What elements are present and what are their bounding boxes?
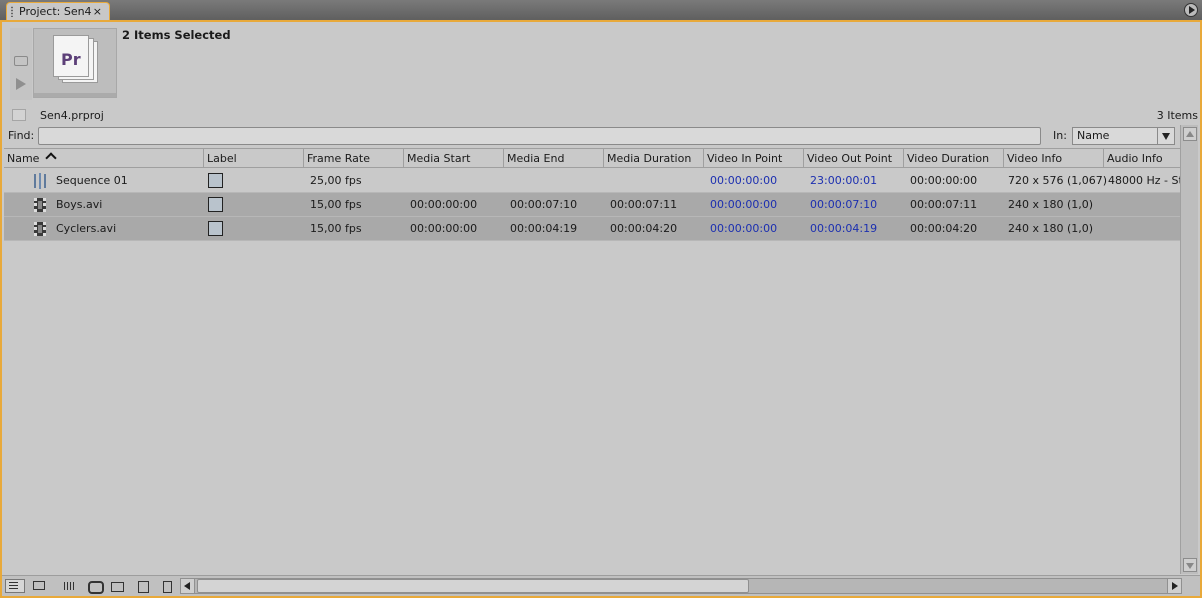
scroll-right-icon[interactable] xyxy=(1167,579,1181,593)
video-info-cell: 720 x 576 (1,067) xyxy=(1008,174,1108,187)
project-items-table: Name Label Frame Rate Media Start Media … xyxy=(4,148,1180,572)
column-header-video-out-point[interactable]: Video Out Point xyxy=(804,149,904,168)
table-row[interactable]: Boys.avi 15,00 fps 00:00:00:00 00:00:07:… xyxy=(4,193,1180,217)
panel-bottom-toolbar xyxy=(2,575,1200,596)
close-icon[interactable]: × xyxy=(93,3,102,20)
find-row: Find: In: Name xyxy=(8,127,1178,145)
video-info-cell: 240 x 180 (1,0) xyxy=(1008,198,1094,211)
tab-title: Project: Sen4 xyxy=(19,5,92,18)
column-header-label[interactable]: Label xyxy=(204,149,304,168)
media-duration-cell: 00:00:04:20 xyxy=(610,222,678,235)
item-count: 3 Items xyxy=(1156,109,1198,122)
automate-to-sequence-icon[interactable] xyxy=(62,579,78,593)
media-end-cell: 00:00:07:10 xyxy=(510,198,578,211)
premiere-document-icon: Pr xyxy=(53,35,89,77)
frame-rate-cell: 25,00 fps xyxy=(310,174,362,187)
audio-info-cell: 48000 Hz - Ster xyxy=(1108,174,1180,187)
scroll-left-icon[interactable] xyxy=(181,579,195,593)
column-header-media-end[interactable]: Media End xyxy=(504,149,604,168)
item-name: Sequence 01 xyxy=(56,174,128,187)
trash-icon[interactable] xyxy=(159,579,175,593)
preview-thumbnail: Pr xyxy=(33,28,117,98)
media-duration-cell xyxy=(604,169,610,192)
selection-summary: 2 Items Selected xyxy=(122,28,231,42)
table-row[interactable]: Cyclers.avi 15,00 fps 00:00:00:00 00:00:… xyxy=(4,217,1180,241)
column-header-media-start[interactable]: Media Start xyxy=(404,149,504,168)
label-swatch[interactable] xyxy=(208,173,223,188)
column-header-name[interactable]: Name xyxy=(4,149,204,168)
new-bin-icon[interactable] xyxy=(109,579,125,593)
play-icon[interactable] xyxy=(16,78,26,90)
video-in-point-cell[interactable]: 00:00:00:00 xyxy=(704,169,777,192)
column-header-video-in-point[interactable]: Video In Point xyxy=(704,149,804,168)
horizontal-scrollbar[interactable] xyxy=(180,578,1182,594)
in-column-select[interactable]: Name xyxy=(1072,127,1175,145)
media-start-cell xyxy=(404,169,410,192)
tab-project[interactable]: Project: Sen4 × xyxy=(6,2,110,21)
scroll-up-icon[interactable] xyxy=(1183,127,1197,141)
video-duration-cell: 00:00:07:11 xyxy=(910,198,978,211)
video-out-point-cell[interactable]: 00:00:04:19 xyxy=(804,217,877,240)
audio-info-cell xyxy=(1102,217,1108,240)
column-header-audio-info[interactable]: Audio Info xyxy=(1104,149,1180,168)
sequence-icon xyxy=(34,173,46,189)
media-start-cell: 00:00:00:00 xyxy=(410,222,478,235)
media-duration-cell: 00:00:07:11 xyxy=(610,198,678,211)
film-icon xyxy=(34,222,46,236)
media-end-cell: 00:00:04:19 xyxy=(510,222,578,235)
video-info-cell: 240 x 180 (1,0) xyxy=(1008,222,1094,235)
video-out-point-cell[interactable]: 00:00:07:10 xyxy=(804,193,877,216)
label-swatch[interactable] xyxy=(208,197,223,212)
audio-info-cell xyxy=(1102,193,1108,216)
pr-logo-text: Pr xyxy=(61,50,81,69)
up-folder-icon[interactable] xyxy=(12,109,26,121)
scroll-down-icon[interactable] xyxy=(1183,558,1197,572)
column-header-frame-rate[interactable]: Frame Rate xyxy=(304,149,404,168)
column-header-video-duration[interactable]: Video Duration xyxy=(904,149,1004,168)
table-row[interactable]: Sequence 01 25,00 fps 00:00:00:00 23:00:… xyxy=(4,169,1180,193)
preview-controls xyxy=(10,28,32,100)
film-icon xyxy=(34,198,46,212)
item-name: Cyclers.avi xyxy=(56,222,117,235)
project-info-row: Sen4.prproj 3 Items xyxy=(10,109,1198,123)
scrollbar-thumb[interactable] xyxy=(197,579,749,593)
project-file-name: Sen4.prproj xyxy=(40,109,104,122)
video-duration-cell: 00:00:00:00 xyxy=(910,174,978,187)
frame-rate-cell: 15,00 fps xyxy=(310,222,362,235)
find-input[interactable] xyxy=(38,127,1041,145)
list-view-icon[interactable] xyxy=(5,579,25,593)
column-header-media-duration[interactable]: Media Duration xyxy=(604,149,704,168)
column-header-video-info[interactable]: Video Info xyxy=(1004,149,1104,168)
icon-view-icon[interactable] xyxy=(30,579,46,593)
find-label: Find: xyxy=(8,129,35,142)
sort-ascending-icon[interactable] xyxy=(45,152,58,164)
table-header: Name Label Frame Rate Media Start Media … xyxy=(4,148,1180,168)
find-binoculars-icon[interactable] xyxy=(86,579,104,594)
camera-icon[interactable] xyxy=(14,56,28,66)
video-in-point-cell[interactable]: 00:00:00:00 xyxy=(704,193,777,216)
media-start-cell: 00:00:00:00 xyxy=(410,198,478,211)
video-duration-cell: 00:00:04:20 xyxy=(910,222,978,235)
panel-menu-icon[interactable] xyxy=(1184,3,1198,17)
grip-icon[interactable] xyxy=(10,6,14,17)
frame-rate-cell: 15,00 fps xyxy=(310,198,362,211)
new-item-icon[interactable] xyxy=(135,579,151,593)
chevron-down-icon[interactable] xyxy=(1157,128,1174,144)
label-swatch[interactable] xyxy=(208,221,223,236)
in-select-value: Name xyxy=(1077,129,1110,142)
item-name: Boys.avi xyxy=(56,198,103,211)
video-out-point-cell[interactable]: 23:00:00:01 xyxy=(804,169,877,192)
panel-tab-bar: Project: Sen4 × xyxy=(0,0,1202,21)
vertical-scrollbar[interactable] xyxy=(1180,125,1198,574)
media-end-cell xyxy=(504,169,510,192)
in-label: In: xyxy=(1053,129,1067,142)
project-panel: Pr 2 Items Selected Sen4.prproj 3 Items … xyxy=(0,20,1202,598)
video-in-point-cell[interactable]: 00:00:00:00 xyxy=(704,217,777,240)
